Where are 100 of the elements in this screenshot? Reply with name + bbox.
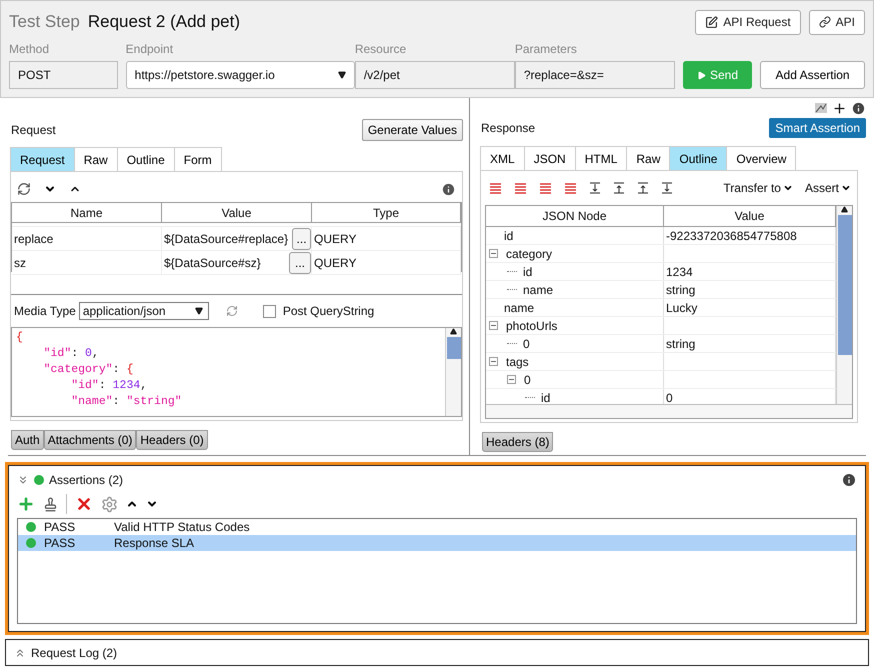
- expander-icon[interactable]: [507, 375, 516, 384]
- play-icon: [696, 70, 706, 80]
- stamp-icon[interactable]: [43, 496, 58, 512]
- table-cell: ${DataSource#replace}: [164, 232, 288, 246]
- test-step-caption: Test Step: [9, 12, 80, 32]
- api-button[interactable]: API: [808, 10, 865, 34]
- menu-button[interactable]: Transfer to: [723, 181, 793, 195]
- tree-node-label[interactable]: name: [523, 282, 554, 296]
- tree-node-label[interactable]: 0: [523, 336, 530, 350]
- tree-connector: [507, 343, 517, 344]
- request-tab[interactable]: Request: [10, 147, 75, 171]
- add-assertion-button[interactable]: Add Assertion: [760, 61, 866, 89]
- media-type-dropdown[interactable]: application/json: [78, 302, 209, 320]
- assertion-name: Valid HTTP Status Codes: [114, 520, 250, 534]
- scroll-up-icon[interactable]: [450, 328, 457, 335]
- code-line: "category": {: [42, 362, 134, 378]
- link-icon: [818, 16, 831, 28]
- delete-icon[interactable]: [75, 495, 93, 513]
- media-type-label: Media Type: [14, 304, 76, 318]
- request-title: Request 2 (Add pet): [88, 12, 240, 32]
- expand-level-icon[interactable]: [661, 182, 673, 194]
- bottom-tab[interactable]: Attachments (0): [44, 430, 136, 450]
- tree-connector: [525, 397, 535, 398]
- dropdown-arrow-icon: [338, 71, 346, 79]
- dropdown-arrow-icon: [194, 307, 203, 315]
- vertical-scrollbar[interactable]: [445, 328, 461, 416]
- align-lines-icon[interactable]: [564, 182, 577, 194]
- assertion-status: PASS: [44, 536, 76, 550]
- assertions-title: Assertions (2): [49, 473, 124, 487]
- align-lines-icon[interactable]: [514, 182, 527, 194]
- scrollbar-thumb[interactable]: [446, 337, 460, 359]
- expand-level-icon[interactable]: [637, 182, 649, 194]
- bottom-tab[interactable]: Headers (8): [482, 432, 554, 452]
- browse-button[interactable]: ...: [289, 252, 311, 274]
- assertion-name: Response SLA: [114, 536, 194, 550]
- add-icon[interactable]: [832, 100, 847, 116]
- field-label: Resource: [354, 42, 408, 56]
- tree-node-label[interactable]: 0: [524, 372, 531, 386]
- chevron-down-icon: [841, 183, 851, 193]
- tree-node-label[interactable]: id: [541, 390, 550, 404]
- code-line: "id": 0,: [42, 346, 100, 362]
- assertion-row[interactable]: PASS Valid HTTP Status Codes: [18, 519, 856, 535]
- scrollbar-thumb[interactable]: [838, 215, 852, 355]
- scroll-up-icon[interactable]: [841, 206, 848, 213]
- refresh-icon[interactable]: [17, 182, 31, 196]
- tree-node-label[interactable]: tags: [506, 354, 529, 368]
- response-tab[interactable]: Outline: [669, 146, 728, 170]
- bottom-tab[interactable]: Headers (0): [136, 430, 208, 450]
- bottom-tab[interactable]: Auth: [11, 430, 44, 450]
- expander-icon[interactable]: [489, 249, 498, 258]
- browse-button[interactable]: ...: [292, 228, 311, 250]
- tree-node-label[interactable]: id: [523, 264, 532, 278]
- parameters-field[interactable]: ?replace=&sz=: [514, 61, 675, 89]
- smart-assertion-button[interactable]: Smart Assertion: [769, 118, 866, 138]
- panel-title: Request: [11, 123, 56, 137]
- method-field[interactable]: POST: [9, 61, 118, 89]
- tree-node-label[interactable]: name: [504, 300, 534, 314]
- chart-icon[interactable]: [814, 102, 828, 114]
- generate-values-button[interactable]: Generate Values: [362, 119, 463, 141]
- tree-node-label[interactable]: id: [504, 228, 514, 242]
- info-icon[interactable]: [841, 472, 857, 488]
- chevron-down-icon: [782, 183, 793, 193]
- expand-icon[interactable]: [14, 646, 26, 658]
- field-label: Method: [9, 42, 50, 56]
- expander-icon[interactable]: [489, 357, 498, 366]
- align-lines-icon[interactable]: [489, 182, 502, 194]
- column-header: JSON Node: [486, 206, 664, 226]
- column-header: Value: [162, 203, 312, 223]
- request-body-editor[interactable]: { "id": 0, "category": { "id": 1234, "name": "string": [11, 327, 462, 417]
- post-querystring-checkbox[interactable]: [262, 304, 276, 318]
- tree-connector: [507, 271, 517, 272]
- assertion-status: PASS: [44, 520, 76, 534]
- info-icon[interactable]: [851, 100, 866, 116]
- horizontal-scrollbar[interactable]: [486, 404, 852, 418]
- tree-connector: [507, 289, 517, 290]
- response-tab[interactable]: XML: [480, 146, 525, 170]
- align-lines-icon[interactable]: [539, 182, 552, 194]
- checkbox-label: Post QueryString: [282, 304, 374, 318]
- endpoint-dropdown[interactable]: https://petstore.swagger.io: [126, 61, 355, 89]
- expander-icon[interactable]: [489, 321, 498, 330]
- table-cell: ${DataSource#sz}: [164, 256, 261, 270]
- resource-field[interactable]: /v2/pet: [354, 61, 515, 89]
- code-line: {: [16, 330, 24, 346]
- collapse-icon[interactable]: [17, 474, 29, 486]
- table-cell: QUERY: [312, 251, 461, 274]
- assertion-row[interactable]: PASS Response SLA: [18, 535, 856, 551]
- api-request-button[interactable]: API Request: [695, 10, 801, 34]
- vertical-scrollbar[interactable]: [836, 206, 852, 404]
- info-icon[interactable]: [441, 182, 456, 196]
- column-header: Name: [12, 203, 162, 223]
- menu-button[interactable]: Assert: [804, 181, 851, 195]
- tree-node-label[interactable]: category: [506, 246, 552, 260]
- table-cell: replace: [12, 227, 162, 250]
- tree-node-label[interactable]: photoUrls: [506, 318, 558, 332]
- request-tab[interactable]: Form: [174, 147, 222, 171]
- expand-level-icon[interactable]: [589, 182, 601, 194]
- settings-icon[interactable]: [101, 496, 118, 512]
- edit-icon: [705, 16, 718, 28]
- response-tab[interactable]: Overview: [726, 146, 796, 170]
- expand-level-icon[interactable]: [613, 182, 625, 194]
